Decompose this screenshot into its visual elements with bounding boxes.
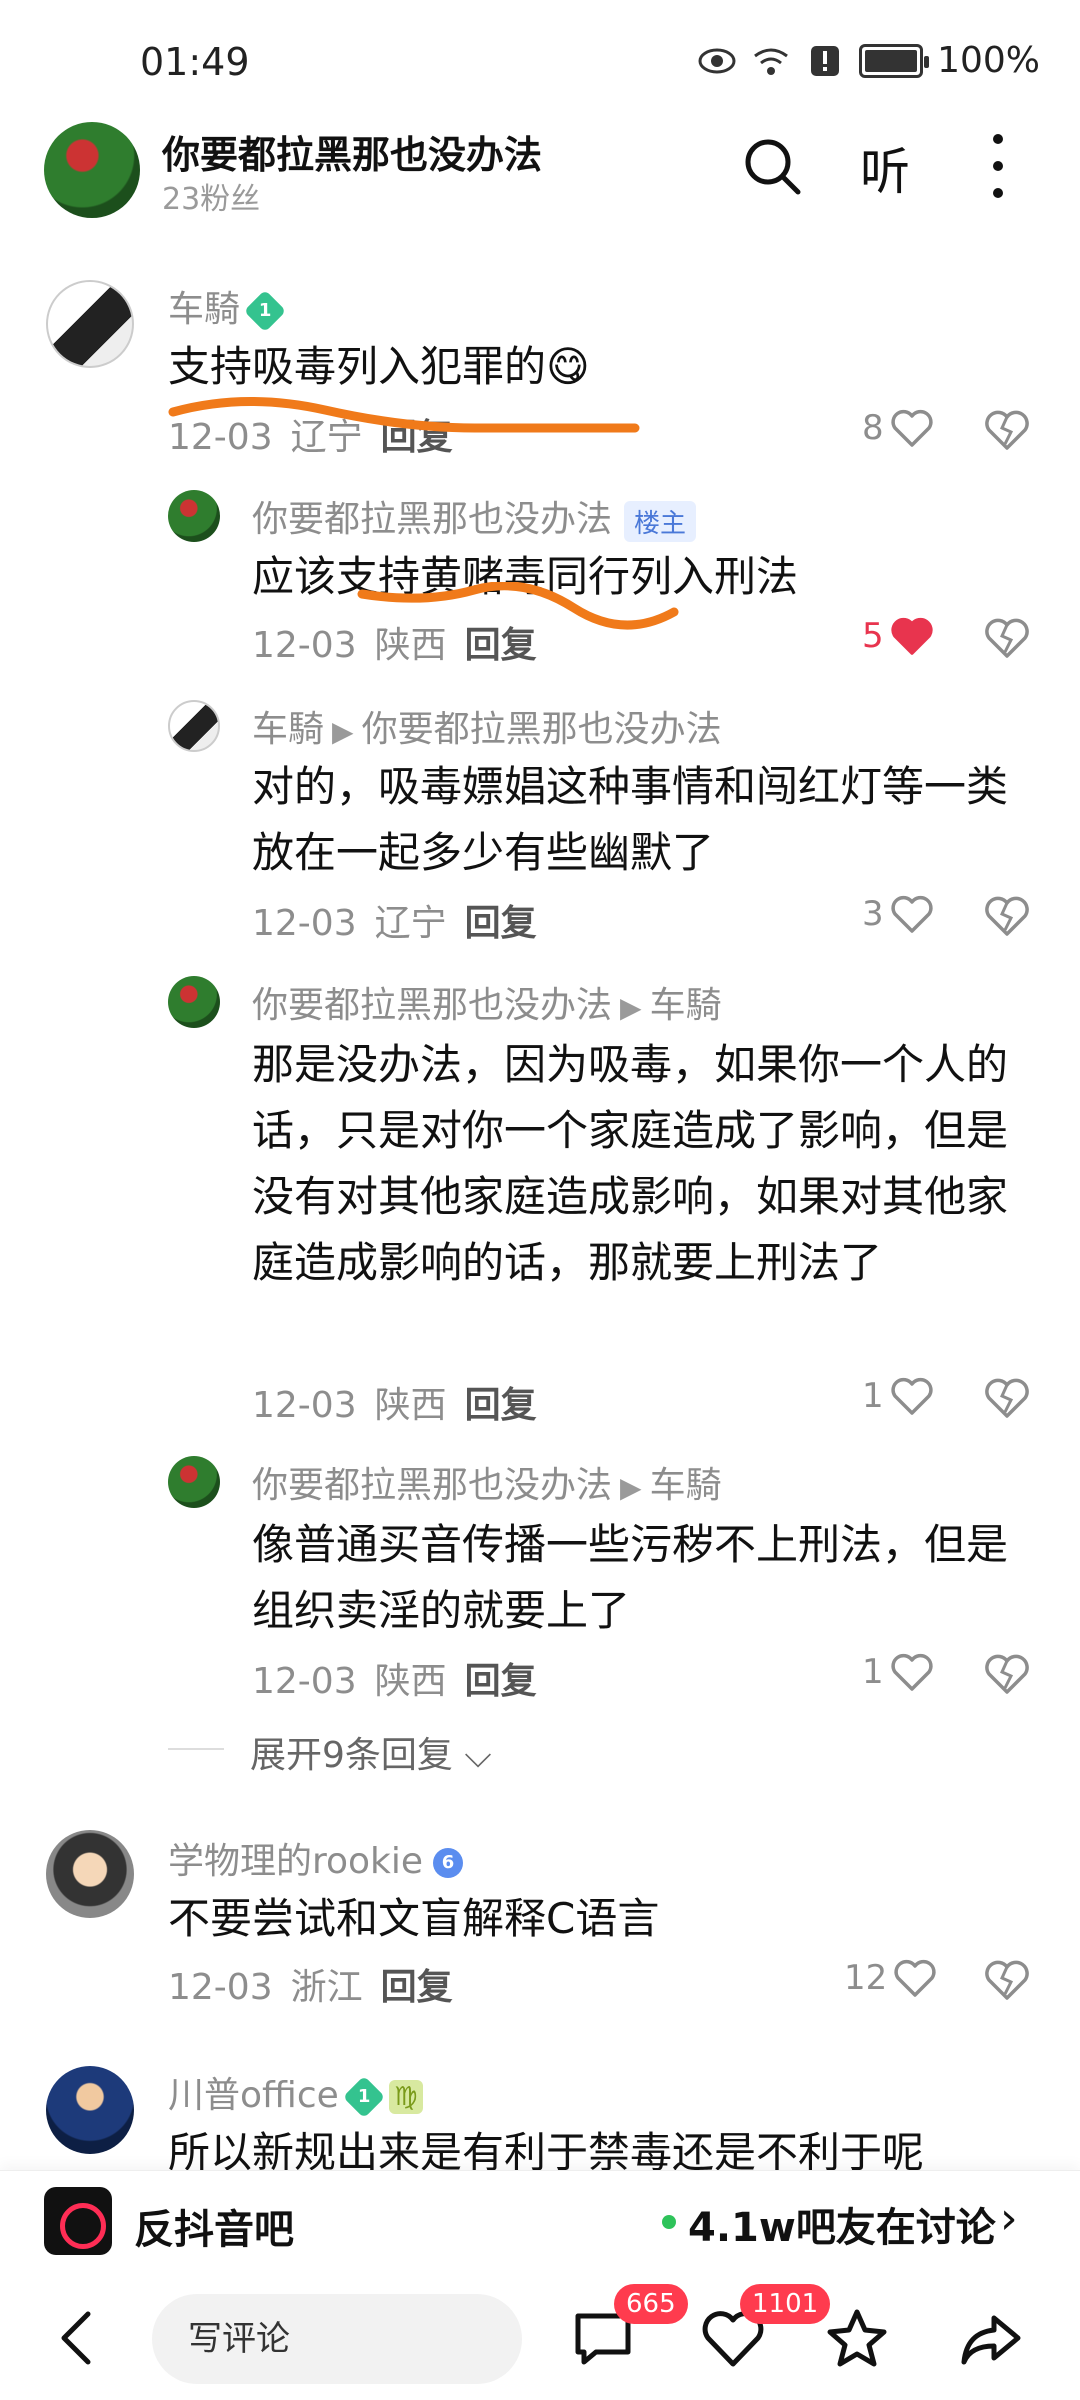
comment-text: 支持吸毒列入犯罪的😋 bbox=[168, 342, 590, 391]
battery-percent: 100% bbox=[937, 40, 1040, 81]
avatar[interactable] bbox=[168, 1456, 220, 1508]
listen-button[interactable]: 听 bbox=[860, 132, 910, 204]
comment-text: 所以新规出来是有利于禁毒还是不利于呢 bbox=[168, 2128, 925, 2170]
owner-tag: 楼主 bbox=[624, 500, 697, 542]
dislike-heart-icon[interactable] bbox=[984, 408, 1030, 452]
orange-underline bbox=[168, 396, 640, 433]
heart-icon bbox=[891, 895, 933, 933]
avatar[interactable] bbox=[46, 280, 134, 368]
post-header: 你要都拉黑那也没办法 23粉丝 听 bbox=[0, 118, 1080, 228]
like-button[interactable]: 1 bbox=[862, 1376, 934, 1416]
reply-button[interactable]: 回复 bbox=[465, 903, 537, 944]
avatar[interactable] bbox=[46, 1830, 134, 1918]
like-button[interactable]: 3 bbox=[862, 894, 934, 934]
comment-text: 像普通买音传播一些污秽不上刑法，但是组织卖淫的就要上了 bbox=[252, 1520, 1009, 1635]
author-fans: 23粉丝 bbox=[162, 182, 261, 217]
comment-username[interactable]: 川普office 1 ♍ bbox=[168, 2066, 423, 2119]
community-name: 反抖音吧 bbox=[134, 2207, 294, 2253]
comment-username[interactable]: 你要都拉黑那也没办法 ▶ 车騎 bbox=[252, 976, 722, 1028]
comment-input[interactable]: 写评论 bbox=[152, 2294, 522, 2384]
chevron-down-icon: ⌵ bbox=[452, 1735, 492, 1776]
like-button[interactable]: 12 bbox=[844, 1958, 937, 1998]
zodiac-badge: ♍ bbox=[388, 2080, 423, 2114]
comment-text: 那是没办法，因为吸毒，如果你一个人的话，只是对你一个家庭造成了影响，但是没有对其… bbox=[252, 1040, 1009, 1287]
star-icon[interactable] bbox=[824, 2306, 890, 2372]
community-bar[interactable]: 反抖音吧 4.1w吧友在讨论 › bbox=[0, 2170, 1080, 2270]
reply-button[interactable]: 回复 bbox=[465, 1661, 537, 1702]
comment-text: 不要尝试和文盲解释C语言 bbox=[168, 1894, 660, 1943]
comment-username[interactable]: 学物理的rookie 6 bbox=[168, 1832, 464, 1884]
comment-username[interactable]: 你要都拉黑那也没办法 楼主 bbox=[252, 490, 697, 542]
dislike-heart-icon[interactable] bbox=[984, 616, 1030, 660]
comment-username[interactable]: 你要都拉黑那也没办法 ▶ 车騎 bbox=[252, 1456, 722, 1508]
heart-icon bbox=[894, 1959, 936, 1997]
dislike-heart-icon[interactable] bbox=[984, 1958, 1030, 2002]
level-badge: 1 bbox=[243, 289, 287, 333]
comment-count-badge: 665 bbox=[614, 2284, 688, 2324]
alert-icon bbox=[811, 45, 840, 76]
comment-meta: 12-03 陕西 回复 bbox=[252, 625, 537, 666]
reply-button[interactable]: 回复 bbox=[381, 1967, 453, 2008]
status-bar: 01:49 100% bbox=[0, 0, 1080, 130]
eye-icon bbox=[698, 48, 736, 73]
community-discuss-count: 4.1w吧友在讨论 bbox=[688, 2205, 996, 2251]
comment-text: 对的，吸毒嫖娼这种事情和闯红灯等一类放在一起多少有些幽默了 bbox=[252, 762, 1009, 877]
chevron-right-icon: › bbox=[1000, 2193, 1018, 2244]
avatar[interactable] bbox=[168, 976, 220, 1028]
status-icons: 100% bbox=[697, 40, 1040, 81]
like-button[interactable]: 5 bbox=[862, 616, 934, 656]
like-button[interactable]: 1 bbox=[862, 1652, 934, 1692]
wifi-icon bbox=[754, 48, 788, 75]
avatar[interactable] bbox=[168, 490, 220, 542]
divider bbox=[168, 1748, 224, 1750]
bottom-bar: 写评论 665 1101 bbox=[0, 2270, 1080, 2400]
comment-username[interactable]: 车騎 1 bbox=[168, 280, 287, 333]
avatar[interactable] bbox=[46, 2066, 134, 2154]
heart-icon bbox=[891, 1377, 933, 1415]
heart-icon bbox=[891, 409, 933, 447]
avatar[interactable] bbox=[168, 700, 220, 752]
author-name[interactable]: 你要都拉黑那也没办法 bbox=[162, 124, 542, 179]
level-badge: 1 bbox=[342, 2075, 385, 2119]
dislike-heart-icon[interactable] bbox=[984, 1376, 1030, 1420]
like-count-badge: 1101 bbox=[740, 2284, 831, 2324]
back-icon[interactable] bbox=[54, 2310, 98, 2366]
comment-meta: 12-03 浙江 回复 bbox=[168, 1967, 453, 2008]
status-time: 01:49 bbox=[140, 40, 250, 84]
reply-button[interactable]: 回复 bbox=[465, 1385, 537, 1426]
like-button[interactable]: 8 bbox=[862, 408, 934, 448]
dislike-heart-icon[interactable] bbox=[984, 1652, 1030, 1696]
heart-icon bbox=[891, 617, 933, 655]
comment-meta: 12-03 辽宁 回复 bbox=[252, 903, 537, 944]
expand-replies-button[interactable]: 展开9条回复 ⌵ bbox=[250, 1726, 492, 1778]
heart-icon bbox=[891, 1653, 933, 1691]
community-logo bbox=[44, 2187, 112, 2255]
level-badge: 6 bbox=[433, 1848, 464, 1878]
comment-meta: 12-03 陕西 回复 bbox=[252, 1661, 537, 1702]
battery-icon bbox=[859, 43, 930, 78]
online-dot bbox=[662, 2215, 676, 2229]
share-icon[interactable] bbox=[958, 2306, 1024, 2372]
author-avatar[interactable] bbox=[44, 122, 140, 218]
reply-button[interactable]: 回复 bbox=[465, 625, 537, 666]
search-icon[interactable] bbox=[740, 134, 804, 198]
comment-username[interactable]: 车騎 ▶ 你要都拉黑那也没办法 bbox=[252, 700, 722, 752]
dislike-heart-icon[interactable] bbox=[984, 894, 1030, 938]
comment-meta: 12-03 陕西 回复 bbox=[252, 1385, 537, 1426]
more-icon[interactable] bbox=[986, 134, 1010, 198]
